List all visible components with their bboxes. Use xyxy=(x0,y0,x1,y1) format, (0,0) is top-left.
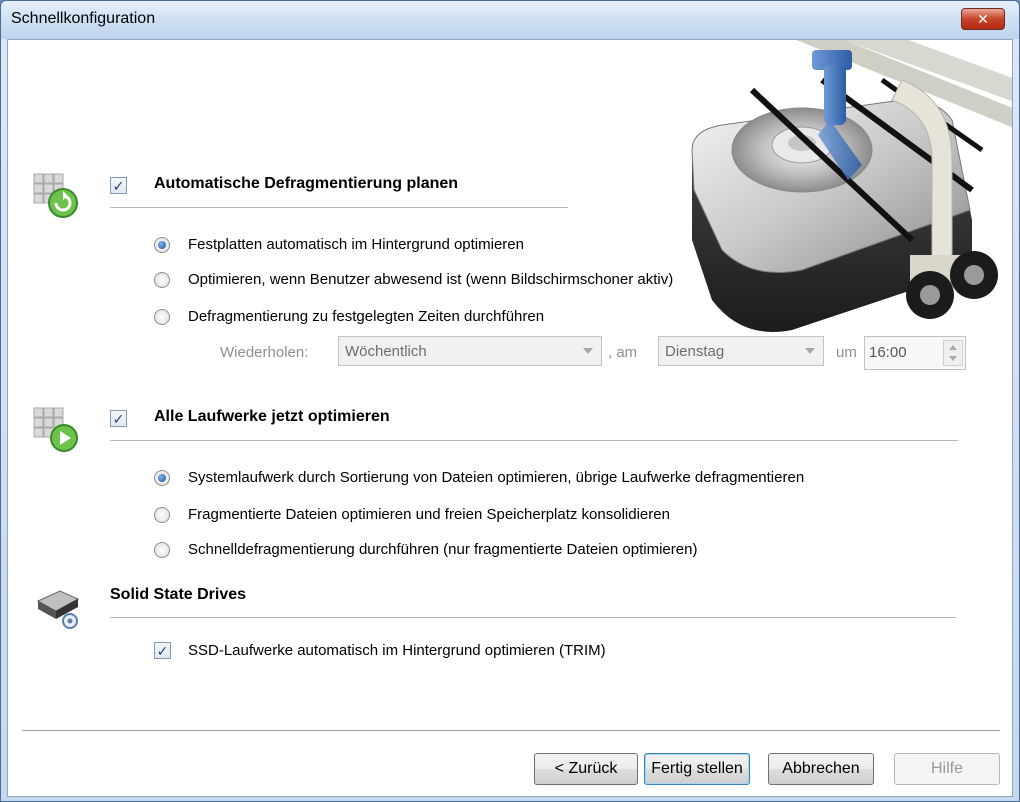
checkmark-icon: ✓ xyxy=(112,410,125,427)
help-button[interactable]: Hilfe xyxy=(894,753,1000,785)
spin-buttons[interactable] xyxy=(943,340,963,366)
window-title: Schnellkonfiguration xyxy=(11,10,156,27)
ssd-trim-checkbox[interactable]: ✓ xyxy=(154,642,171,659)
radio-label: Schnelldefragmentierung durchführen (nur… xyxy=(188,541,698,558)
defrag-schedule-icon xyxy=(33,173,78,218)
radio-quick-defrag[interactable] xyxy=(154,542,170,558)
radio-consolidate[interactable] xyxy=(154,507,170,523)
schedule-defrag-checkbox[interactable]: ✓ xyxy=(110,177,127,194)
spin-up-icon[interactable] xyxy=(949,345,957,350)
dialog-window: Schnellkonfiguration ✕ ✓ Automatische De… xyxy=(0,0,1020,802)
ssd-drive-icon xyxy=(36,590,80,629)
chevron-down-icon xyxy=(805,348,815,354)
repeat-label: Wiederholen: xyxy=(220,344,309,361)
title-bar[interactable]: Schnellkonfiguration ✕ xyxy=(1,1,1019,39)
time-label: um xyxy=(836,344,857,361)
ssd-trim-label: SSD-Laufwerke automatisch im Hintergrund… xyxy=(188,642,606,659)
radio-label: Defragmentierung zu festgelegten Zeiten … xyxy=(188,308,545,325)
section-divider xyxy=(110,207,568,208)
close-button[interactable]: ✕ xyxy=(961,8,1005,30)
schedule-defrag-heading: Automatische Defragmentierung planen xyxy=(154,175,459,192)
footer-divider xyxy=(22,730,1000,731)
hard-drive-illustration xyxy=(691,40,1012,332)
time-spinner[interactable]: 16:00 xyxy=(864,336,966,370)
section-divider xyxy=(110,440,958,441)
optimize-now-icon xyxy=(33,407,78,452)
dialog-content: ✓ Automatische Defragmentierung planen F… xyxy=(7,39,1013,797)
back-button[interactable]: < Zurück xyxy=(534,753,638,785)
section-divider xyxy=(110,617,956,618)
cancel-button[interactable]: Abbrechen xyxy=(768,753,874,785)
radio-label: Fragmentierte Dateien optimieren und fre… xyxy=(188,506,670,523)
spin-down-icon[interactable] xyxy=(949,356,957,361)
optimize-now-checkbox[interactable]: ✓ xyxy=(110,410,127,427)
day-label: , am xyxy=(608,344,638,361)
checkmark-icon: ✓ xyxy=(112,177,125,194)
close-icon: ✕ xyxy=(977,10,989,27)
radio-idle-optimize[interactable] xyxy=(154,272,170,288)
ssd-heading: Solid State Drives xyxy=(110,586,247,603)
checkmark-icon: ✓ xyxy=(156,642,169,659)
radio-scheduled-defrag[interactable] xyxy=(154,309,170,325)
radio-label: Festplatten automatisch im Hintergrund o… xyxy=(188,236,524,253)
radio-sort-optimize[interactable] xyxy=(154,470,170,486)
repeat-select-value: Wöchentlich xyxy=(345,343,427,360)
radio-label: Optimieren, wenn Benutzer abwesend ist (… xyxy=(188,271,674,288)
radio-background-optimize[interactable] xyxy=(154,237,170,253)
day-select[interactable]: Dienstag xyxy=(658,336,824,366)
finish-button[interactable]: Fertig stellen xyxy=(644,753,750,785)
radio-label: Systemlaufwerk durch Sortierung von Date… xyxy=(188,469,805,486)
day-select-value: Dienstag xyxy=(665,343,725,360)
optimize-now-heading: Alle Laufwerke jetzt optimieren xyxy=(154,408,390,425)
repeat-select[interactable]: Wöchentlich xyxy=(338,336,602,366)
chevron-down-icon xyxy=(583,348,593,354)
time-value: 16:00 xyxy=(869,344,907,361)
